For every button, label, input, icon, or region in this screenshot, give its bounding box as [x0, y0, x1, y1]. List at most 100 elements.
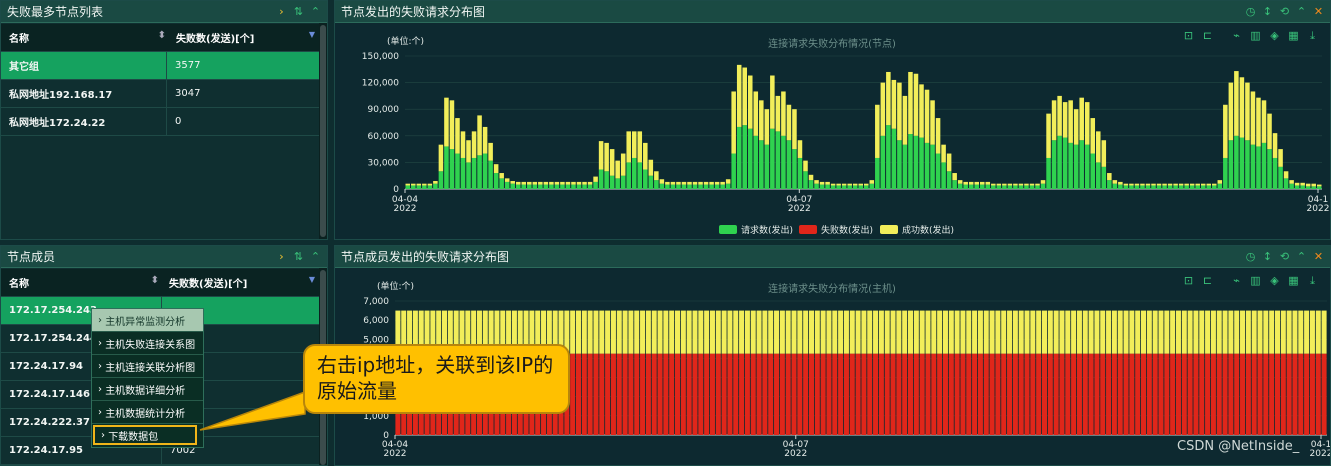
menu-item-connection-graph[interactable]: › 主机连接关联分析图: [92, 355, 203, 378]
bar-request: [598, 169, 604, 189]
column-name-header[interactable]: 名称 ⬍: [1, 275, 161, 290]
bar-request: [504, 181, 510, 189]
bar-fail: [1036, 353, 1042, 435]
bar-success: [808, 310, 814, 354]
sort-vertical-icon[interactable]: ↕: [1262, 251, 1273, 262]
x-tick-year: 2022: [788, 204, 811, 214]
bar-request: [1305, 186, 1311, 189]
chart-title: 连接请求失败分布情况(节点): [768, 37, 896, 50]
sort-icon[interactable]: ⇅: [293, 6, 304, 17]
sort-icon[interactable]: ⇅: [293, 251, 304, 262]
bar-success: [963, 181, 968, 185]
bar-success: [875, 104, 880, 158]
y-tick-label: 30,000: [368, 158, 400, 168]
bar-success: [1280, 310, 1286, 354]
bar-success: [1036, 310, 1042, 354]
bar-request: [527, 184, 532, 189]
bar-success: [1292, 310, 1298, 354]
chevron-right-icon[interactable]: ›: [276, 6, 287, 17]
menu-item-stats[interactable]: › 主机数据统计分析: [92, 401, 203, 424]
bar-fail: [878, 353, 884, 435]
menu-item-label: 主机连接关联分析图: [105, 362, 196, 374]
bar-request: [1107, 180, 1112, 189]
close-icon[interactable]: ✕: [1313, 6, 1324, 17]
bar-fail: [587, 353, 593, 435]
bar-success: [864, 183, 869, 186]
bar-success: [884, 310, 890, 354]
dropdown-icon[interactable]: ▼: [309, 30, 315, 39]
bar-fail: [605, 353, 611, 435]
bar-request: [1206, 185, 1212, 189]
bar-request: [952, 180, 957, 189]
bar-request: [830, 185, 836, 189]
close-icon[interactable]: ✕: [1313, 251, 1324, 262]
bar-success: [902, 310, 908, 354]
bar-fail: [675, 353, 681, 435]
bar-fail: [983, 353, 989, 435]
bar-request: [747, 128, 753, 189]
menu-item-label: 主机数据统计分析: [105, 408, 186, 420]
bar-success: [570, 310, 576, 354]
bar-success: [1222, 310, 1228, 354]
menu-item-download[interactable]: › 下载数据包: [93, 425, 197, 445]
bar-fail: [1001, 353, 1007, 435]
bar-request: [554, 184, 560, 189]
bar-success: [858, 183, 863, 186]
bar-success: [640, 310, 646, 354]
bar-success: [460, 131, 466, 158]
legend-swatch: [719, 225, 737, 234]
bar-success: [1256, 97, 1261, 147]
x-tick-year: 2022: [394, 204, 417, 214]
panel-title: 节点成员: [7, 250, 56, 264]
bar-fail: [1292, 353, 1298, 435]
clock-icon[interactable]: ◷: [1245, 6, 1256, 17]
collapse-icon[interactable]: ⌃: [310, 251, 321, 262]
bar-success: [427, 183, 433, 186]
collapse-icon[interactable]: ⌃: [310, 6, 321, 17]
bar-request: [985, 184, 991, 189]
bar-success: [714, 181, 720, 185]
row-name: 私网地址172.24.22: [9, 118, 106, 129]
bar-success: [1018, 183, 1024, 186]
scrollbar[interactable]: [319, 23, 327, 239]
bar-request: [1195, 185, 1200, 189]
column-name-header[interactable]: 名称 ⬍: [1, 30, 166, 45]
bar-success: [587, 181, 593, 185]
row-name: 私网地址192.168.17: [9, 90, 113, 101]
table-row[interactable]: 私网地址172.24.22 0: [1, 108, 327, 136]
column-fail-label: 失败数(发送)[个]: [169, 279, 248, 290]
sort-arrows-icon[interactable]: ⬍: [158, 30, 166, 41]
sort-vertical-icon[interactable]: ↕: [1262, 6, 1273, 17]
bar-success: [908, 71, 913, 135]
bar-success: [1152, 310, 1158, 354]
bar-request: [1256, 146, 1261, 189]
table-row[interactable]: 其它组 3577: [1, 52, 327, 80]
bar-success: [1090, 118, 1096, 154]
clock-icon[interactable]: ◷: [1245, 251, 1256, 262]
column-fail-header[interactable]: 失败数(发送)[个] ▼: [166, 30, 327, 45]
bar-success: [471, 131, 477, 158]
dropdown-icon[interactable]: ▼: [309, 275, 315, 284]
bar-success: [651, 310, 657, 354]
bar-success: [645, 310, 651, 354]
refresh-icon[interactable]: ⟲: [1279, 6, 1290, 17]
menu-item-fail-relation[interactable]: › 主机失败连接关系图: [92, 332, 203, 355]
menu-item-detail[interactable]: › 主机数据详细分析: [92, 378, 203, 401]
column-fail-header[interactable]: 失败数(发送)[个] ▼: [161, 275, 327, 290]
refresh-icon[interactable]: ⟲: [1279, 251, 1290, 262]
bar-fail: [902, 353, 908, 435]
table-row[interactable]: 私网地址192.168.17 3047: [1, 80, 327, 108]
bar-success: [616, 310, 622, 354]
bar-success: [942, 310, 948, 354]
sort-arrows-icon[interactable]: ⬍: [151, 275, 159, 286]
bar-fail: [721, 353, 727, 435]
chevron-right-icon[interactable]: ›: [276, 251, 287, 262]
menu-item-anomaly[interactable]: › 主机异常监测分析: [92, 309, 203, 332]
bar-request: [1084, 144, 1090, 189]
collapse-icon[interactable]: ⌃: [1296, 6, 1307, 17]
bar-success: [549, 181, 554, 185]
scroll-thumb[interactable]: [320, 25, 326, 237]
bar-success: [924, 89, 930, 143]
bar-request: [764, 144, 770, 189]
collapse-icon[interactable]: ⌃: [1296, 251, 1307, 262]
